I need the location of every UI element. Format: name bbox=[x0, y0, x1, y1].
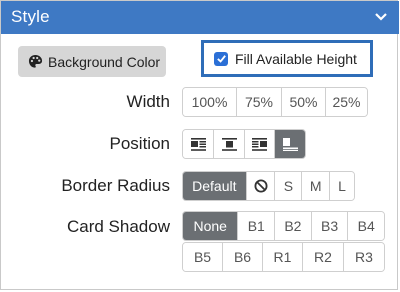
align-left-icon bbox=[190, 137, 206, 151]
width-option-25[interactable]: 25% bbox=[325, 88, 367, 116]
position-label: Position bbox=[109, 134, 170, 153]
align-bottom-icon bbox=[282, 137, 298, 151]
border-radius-selector: Default S M L bbox=[182, 171, 355, 201]
card-shadow-b4[interactable]: B4 bbox=[347, 212, 384, 240]
check-icon bbox=[216, 55, 226, 63]
width-selector: 100% 75% 50% 25% bbox=[182, 87, 368, 117]
border-radius-label: Border Radius bbox=[61, 176, 170, 195]
border-radius-large[interactable]: L bbox=[329, 172, 354, 200]
border-radius-small[interactable]: S bbox=[274, 172, 302, 200]
style-section-header[interactable]: Style bbox=[1, 1, 399, 34]
card-shadow-none[interactable]: None bbox=[183, 212, 238, 240]
card-shadow-b1[interactable]: B1 bbox=[237, 212, 275, 240]
position-align-left[interactable] bbox=[183, 130, 214, 158]
card-shadow-b5[interactable]: B5 bbox=[183, 243, 222, 271]
card-shadow-r2[interactable]: R2 bbox=[302, 243, 343, 271]
align-right-icon bbox=[252, 137, 268, 151]
fill-available-height-label: Fill Available Height bbox=[235, 50, 357, 67]
border-radius-default[interactable]: Default bbox=[183, 172, 246, 200]
chevron-down-icon[interactable] bbox=[375, 12, 387, 22]
fill-available-height-option[interactable]: Fill Available Height bbox=[201, 40, 373, 77]
no-radius-icon bbox=[254, 179, 268, 193]
card-shadow-label: Card Shadow bbox=[66, 217, 170, 236]
card-shadow-r1[interactable]: R1 bbox=[262, 243, 302, 271]
card-shadow-b2[interactable]: B2 bbox=[274, 212, 311, 240]
card-shadow-b6[interactable]: B6 bbox=[222, 243, 262, 271]
background-color-button[interactable]: Background Color bbox=[18, 46, 166, 77]
border-radius-medium[interactable]: M bbox=[301, 172, 330, 200]
position-selector bbox=[182, 129, 306, 159]
position-align-right[interactable] bbox=[243, 130, 275, 158]
card-shadow-selector-row1: None B1 B2 B3 B4 bbox=[182, 211, 385, 241]
card-shadow-selector-row2: B5 B6 R1 R2 R3 bbox=[182, 242, 385, 272]
width-option-100[interactable]: 100% bbox=[183, 88, 236, 116]
width-option-50[interactable]: 50% bbox=[281, 88, 325, 116]
width-label: Width bbox=[126, 92, 170, 111]
palette-icon bbox=[28, 54, 43, 68]
align-center-icon bbox=[221, 137, 237, 151]
style-panel: Style Background Color Fill Available He… bbox=[0, 0, 399, 290]
section-title: Style bbox=[11, 7, 50, 26]
background-color-label: Background Color bbox=[48, 53, 161, 70]
width-option-75[interactable]: 75% bbox=[236, 88, 281, 116]
position-align-bottom[interactable] bbox=[274, 130, 305, 158]
border-radius-none[interactable] bbox=[245, 172, 275, 200]
card-shadow-b3[interactable]: B3 bbox=[310, 212, 348, 240]
fill-available-height-checkbox[interactable] bbox=[214, 51, 228, 66]
card-shadow-r3[interactable]: R3 bbox=[343, 243, 384, 271]
position-align-center[interactable] bbox=[213, 130, 244, 158]
